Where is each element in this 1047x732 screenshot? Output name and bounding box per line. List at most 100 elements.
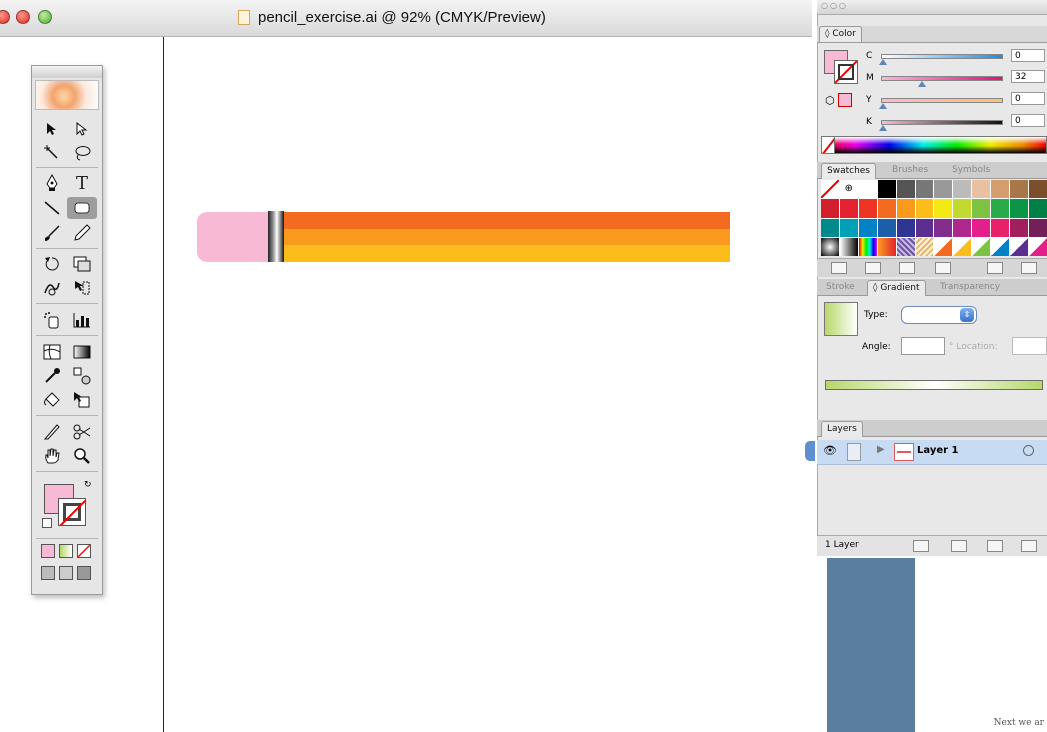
swatch[interactable] — [991, 218, 1010, 237]
pencil-eraser[interactable] — [197, 212, 273, 262]
lock-toggle[interactable] — [847, 443, 861, 461]
swatch[interactable] — [877, 180, 896, 199]
swatch[interactable] — [972, 237, 991, 256]
show-pattern-swatches-button[interactable] — [935, 262, 951, 274]
swatch[interactable] — [858, 199, 877, 218]
color-spectrum-bar[interactable] — [821, 136, 1047, 154]
tab-gradient[interactable]: ◊ Gradient — [867, 280, 926, 296]
create-new-sublayer-button[interactable] — [951, 540, 967, 552]
scale-tool-icon[interactable] — [67, 253, 97, 275]
pen-tool-icon[interactable] — [37, 172, 67, 194]
yellow-slider-thumb[interactable] — [879, 103, 887, 109]
swatch[interactable] — [934, 180, 953, 199]
show-swatch-kinds-button[interactable] — [831, 262, 847, 274]
close-window-button[interactable] — [0, 10, 10, 24]
full-screen-mode-button[interactable] — [77, 566, 91, 580]
new-swatch-button[interactable] — [987, 262, 1003, 274]
tab-swatches[interactable]: Swatches — [821, 163, 876, 179]
hand-tool-icon[interactable] — [37, 445, 67, 467]
direct-selection-tool-icon[interactable] — [67, 118, 97, 140]
warp-tool-icon[interactable] — [37, 277, 67, 299]
swatch[interactable] — [896, 237, 915, 256]
delete-swatch-button[interactable] — [1021, 262, 1037, 274]
delete-layer-button[interactable] — [1021, 540, 1037, 552]
swatch[interactable] — [953, 218, 972, 237]
swatch[interactable] — [1029, 237, 1047, 256]
zoom-tool-icon[interactable] — [67, 445, 97, 467]
swatch[interactable] — [858, 218, 877, 237]
cyan-slider-thumb[interactable] — [879, 59, 887, 65]
layer-target-icon[interactable] — [1023, 445, 1034, 456]
color-stroke-swatch[interactable] — [834, 60, 858, 84]
panel-window-controls[interactable]: ○○○ — [821, 1, 848, 10]
swatch[interactable] — [915, 237, 934, 256]
swatch[interactable] — [972, 218, 991, 237]
blend-tool-icon[interactable] — [67, 365, 97, 387]
pencil-body-top-band[interactable] — [284, 212, 730, 229]
rectangle-tool-icon[interactable] — [67, 197, 97, 219]
gradient-type-select[interactable]: ⇕ — [901, 306, 977, 324]
lasso-tool-icon[interactable] — [67, 142, 97, 164]
panel-collapse-handle[interactable] — [805, 441, 815, 461]
black-slider[interactable] — [881, 120, 1003, 125]
swatch-none[interactable] — [821, 180, 839, 199]
swatch[interactable] — [1010, 180, 1029, 199]
layer-row[interactable]: 👁 ▶ Layer 1 — [817, 440, 1047, 465]
eyedropper-tool-icon[interactable] — [37, 365, 67, 387]
color-panel-titlebar[interactable]: ○○○ — [817, 0, 1047, 15]
selection-tool-icon[interactable] — [37, 118, 67, 140]
swatch[interactable] — [991, 180, 1010, 199]
swatch[interactable] — [991, 237, 1010, 256]
swatch[interactable] — [1029, 180, 1047, 199]
swatch[interactable] — [1010, 199, 1029, 218]
column-graph-tool-icon[interactable] — [67, 309, 97, 331]
swatch[interactable] — [877, 218, 896, 237]
cyan-slider[interactable] — [881, 54, 1003, 59]
create-new-layer-button[interactable] — [987, 540, 1003, 552]
swatch[interactable] — [821, 218, 839, 237]
mesh-tool-icon[interactable] — [37, 341, 67, 363]
black-value-field[interactable]: 0 — [1011, 114, 1045, 127]
swatch-registration[interactable]: ⊕ — [839, 180, 858, 199]
tab-symbols[interactable]: Symbols — [947, 163, 995, 178]
gradient-tool-icon[interactable] — [67, 341, 97, 363]
swatch[interactable] — [991, 199, 1010, 218]
paintbrush-tool-icon[interactable] — [37, 222, 67, 244]
swatch[interactable] — [1029, 218, 1047, 237]
none-mode-button[interactable] — [77, 544, 91, 558]
gradient-ramp-slider[interactable] — [825, 380, 1043, 390]
standard-screen-mode-button[interactable] — [41, 566, 55, 580]
magenta-value-field[interactable]: 32 — [1011, 70, 1045, 83]
swatch[interactable] — [877, 199, 896, 218]
yellow-slider[interactable] — [881, 98, 1003, 103]
layer-name[interactable]: Layer 1 — [917, 445, 958, 456]
expand-layer-icon[interactable]: ▶ — [877, 444, 885, 455]
swatch[interactable] — [821, 237, 839, 256]
magenta-slider-thumb[interactable] — [918, 81, 926, 87]
swatch[interactable] — [839, 237, 858, 256]
swatch[interactable] — [915, 180, 934, 199]
swatch[interactable] — [972, 199, 991, 218]
yellow-value-field[interactable]: 0 — [1011, 92, 1045, 105]
pencil-tool-icon[interactable] — [67, 222, 97, 244]
gradient-location-field[interactable] — [1012, 337, 1047, 355]
gradient-angle-field[interactable] — [901, 337, 945, 355]
swatch[interactable] — [896, 199, 915, 218]
tab-brushes[interactable]: Brushes — [887, 163, 933, 178]
none-color-swatch[interactable] — [821, 136, 835, 154]
visibility-eye-icon[interactable]: 👁 — [823, 444, 837, 457]
swatch[interactable] — [858, 180, 877, 199]
stroke-swatch[interactable] — [58, 498, 86, 526]
swatch[interactable] — [839, 218, 858, 237]
type-tool-icon[interactable]: T — [67, 172, 97, 194]
swatch[interactable] — [953, 237, 972, 256]
show-color-swatches-button[interactable] — [865, 262, 881, 274]
live-paint-bucket-tool-icon[interactable] — [37, 389, 67, 411]
swatch[interactable] — [915, 199, 934, 218]
web-safe-color-swatch[interactable] — [838, 93, 852, 107]
zoom-window-button[interactable] — [38, 10, 52, 24]
tools-panel-titlebar[interactable] — [32, 66, 102, 78]
pencil-body-bottom-band[interactable] — [284, 245, 730, 262]
default-fill-stroke-icon[interactable] — [42, 518, 52, 528]
slice-tool-icon[interactable] — [37, 421, 67, 443]
